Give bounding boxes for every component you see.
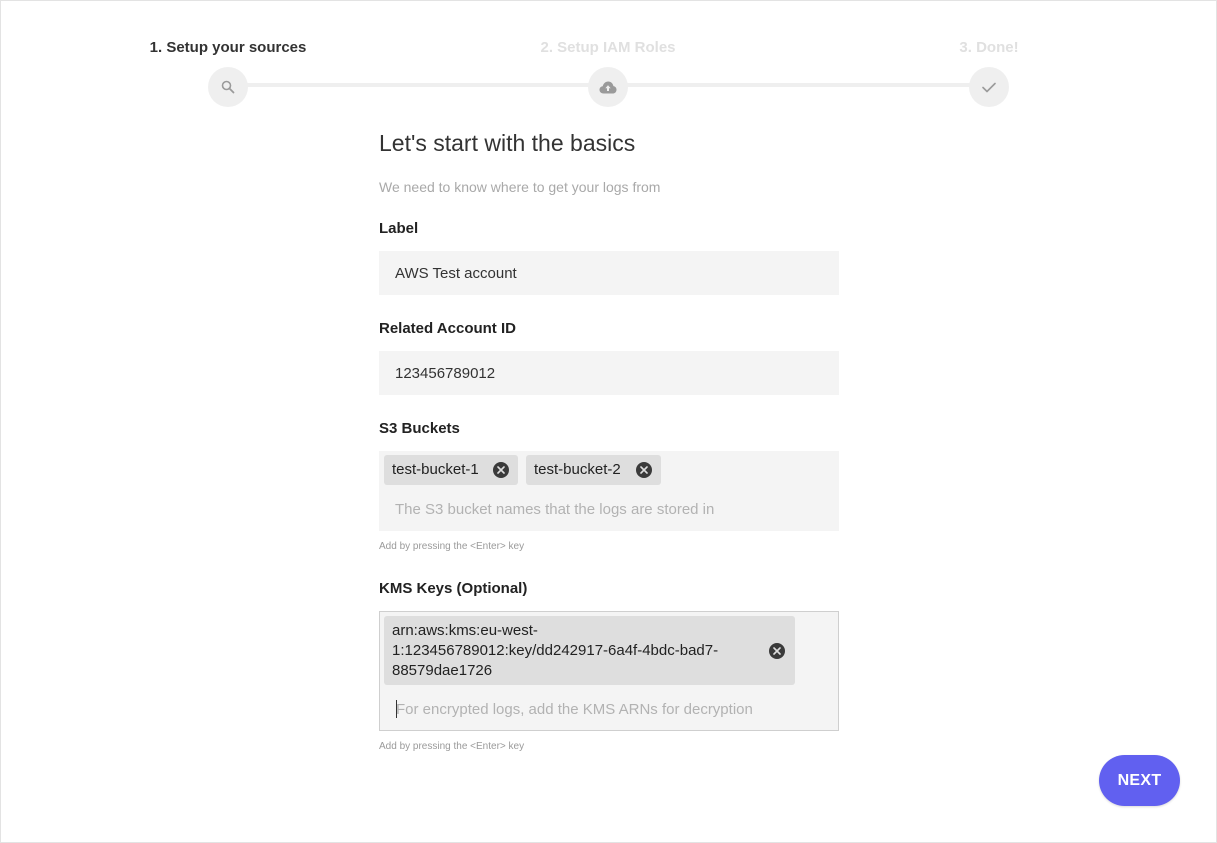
s3-bucket-chip: test-bucket-2 xyxy=(526,455,661,485)
s3-buckets-hint: Add by pressing the <Enter> key xyxy=(379,541,525,552)
s3-buckets-field-label: S3 Buckets xyxy=(379,420,460,437)
kms-key-chip: arn:aws:kms:eu-west- 1:123456789012:key/… xyxy=(384,616,795,685)
page-frame: 1. Setup your sources 2. Setup IAM Roles… xyxy=(0,0,1217,843)
account-id-input[interactable] xyxy=(379,351,839,395)
search-icon xyxy=(221,80,235,94)
label-field-label: Label xyxy=(379,220,419,237)
s3-bucket-chip: test-bucket-1 xyxy=(384,455,518,485)
next-button[interactable]: NEXT xyxy=(1099,755,1180,806)
kms-keys-hint: Add by pressing the <Enter> key xyxy=(379,741,525,752)
remove-chip-icon[interactable] xyxy=(769,643,785,659)
kms-key-chip-line-2: 1:123456789012:key/dd242917-6a4f-4bdc-ba… xyxy=(392,642,719,659)
step-1-indicator xyxy=(208,67,248,107)
step-2-indicator xyxy=(588,67,628,107)
kms-key-chip-line-3: 88579dae1726 xyxy=(392,662,493,679)
page-subtitle: We need to know where to get your logs f… xyxy=(379,179,661,195)
stepper: 1. Setup your sources 2. Setup IAM Roles… xyxy=(1,1,1216,121)
label-input[interactable] xyxy=(379,251,839,295)
kms-key-text-input[interactable] xyxy=(396,699,816,719)
s3-bucket-chip-label: test-bucket-2 xyxy=(534,461,621,478)
remove-chip-icon[interactable] xyxy=(636,462,652,478)
kms-key-chip-line-1: arn:aws:kms:eu-west- xyxy=(392,622,538,639)
kms-keys-chip-input[interactable]: arn:aws:kms:eu-west- 1:123456789012:key/… xyxy=(379,611,839,731)
check-icon xyxy=(982,82,996,92)
account-id-field-label: Related Account ID xyxy=(379,320,516,337)
remove-chip-icon[interactable] xyxy=(493,462,509,478)
s3-buckets-chip-input[interactable]: test-bucket-1 test-bucket-2 xyxy=(379,451,839,531)
step-label-done: 3. Done! xyxy=(959,39,1019,56)
kms-keys-field-label: KMS Keys (Optional) xyxy=(379,580,528,597)
s3-bucket-chip-label: test-bucket-1 xyxy=(392,461,479,478)
step-3-indicator xyxy=(969,67,1009,107)
step-label-setup-sources: 1. Setup your sources xyxy=(149,39,307,56)
cloud-upload-icon xyxy=(599,81,617,93)
s3-bucket-text-input[interactable] xyxy=(395,499,815,519)
page-title: Let's start with the basics xyxy=(379,130,636,156)
step-label-setup-iam-roles: 2. Setup IAM Roles xyxy=(540,39,676,56)
